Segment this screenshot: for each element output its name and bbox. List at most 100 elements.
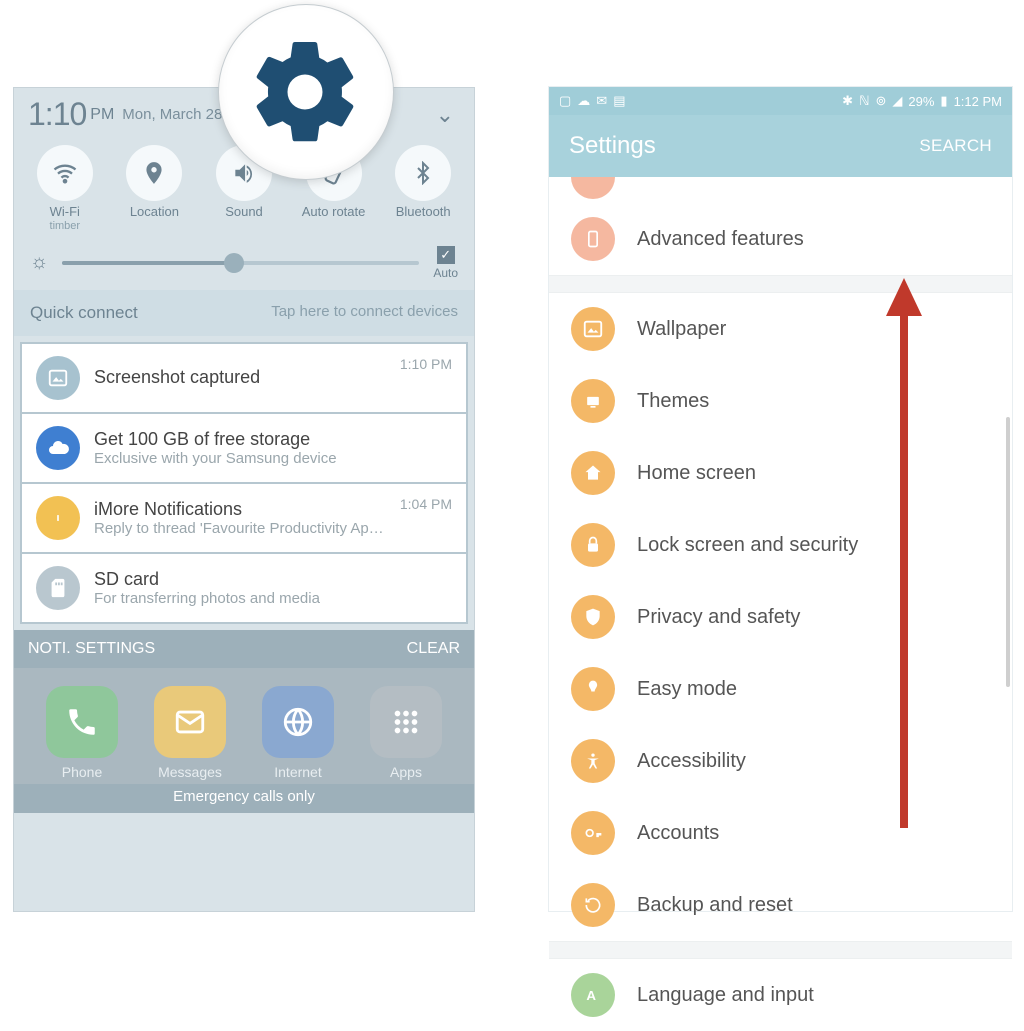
bt-icon [395, 145, 451, 201]
notification-time: 1:04 PM [400, 496, 452, 512]
notification-title: iMore Notifications [94, 499, 386, 520]
privacy-icon [571, 595, 615, 639]
settings-item-label: Accounts [637, 822, 719, 845]
qs-label: Wi-Fi [24, 205, 106, 220]
wifi-icon: ⊚ [875, 93, 886, 109]
notification-subtext: Exclusive with your Samsung device [94, 450, 452, 467]
settings-gear-callout[interactable] [218, 4, 394, 180]
key-icon [571, 811, 615, 855]
notification-list: Screenshot captured 1:10 PM Get 100 GB o… [14, 336, 474, 630]
qs-label: Location [113, 205, 195, 220]
qs-toggle-wi-fi[interactable]: Wi-Fi timber [24, 145, 106, 232]
section-divider [549, 941, 1012, 959]
image-icon [36, 356, 80, 400]
gear-icon [246, 32, 366, 152]
dock-app-apps[interactable]: Apps [370, 686, 442, 780]
brightness-auto-label: Auto [433, 266, 458, 280]
dock-app-label: Messages [154, 764, 226, 780]
dock-app-label: Apps [370, 764, 442, 780]
settings-item-accessibility[interactable]: Accessibility [549, 725, 1012, 797]
notification-title: Screenshot captured [94, 367, 386, 388]
phone-icon [46, 686, 118, 758]
lock-icon [571, 523, 615, 567]
nfc-icon: ℕ [859, 93, 869, 109]
app-bar: Settings SEARCH [549, 115, 1012, 177]
status-icon: ▤ [613, 93, 625, 109]
backup-icon [571, 883, 615, 927]
qs-label: Sound [203, 205, 285, 220]
signal-icon: ◢ [892, 93, 902, 109]
settings-item-wallpaper[interactable]: Wallpaper [549, 293, 1012, 365]
home-icon [571, 451, 615, 495]
notification-item[interactable]: Get 100 GB of free storage Exclusive wit… [20, 412, 468, 482]
quick-connect-bar[interactable]: Quick connect Tap here to connect device… [14, 290, 474, 336]
settings-item-language-and-input[interactable]: A Language and input [549, 959, 1012, 1031]
clock-time: 1:10 [28, 96, 86, 133]
qs-label: Bluetooth [382, 205, 464, 220]
qs-label: Auto rotate [293, 205, 375, 220]
clock-ampm: PM [90, 106, 114, 124]
brightness-auto-toggle[interactable]: ✓ Auto [433, 246, 458, 280]
settings-item-home-screen[interactable]: Home screen [549, 437, 1012, 509]
home-dock: Phone Messages Internet Apps [14, 668, 474, 784]
dock-app-phone[interactable]: Phone [46, 686, 118, 780]
mail-icon [154, 686, 226, 758]
notification-panel: 1:10 PM Mon, March 28 ⌄ Wi-Fi timber Loc… [13, 87, 475, 912]
a11y-icon [571, 739, 615, 783]
settings-item-label: Home screen [637, 462, 756, 485]
notification-item[interactable]: SD card For transferring photos and medi… [20, 552, 468, 624]
status-time: 1:12 PM [954, 94, 1002, 109]
partial-item-top[interactable] [549, 177, 1012, 203]
notification-title: SD card [94, 569, 452, 590]
qs-toggle-location[interactable]: Location [113, 145, 195, 232]
settings-item-label: Lock screen and security [637, 534, 858, 557]
dock-app-messages[interactable]: Messages [154, 686, 226, 780]
notification-item[interactable]: Screenshot captured 1:10 PM [20, 342, 468, 412]
notification-title: Get 100 GB of free storage [94, 429, 452, 450]
panel-footer: NOTI. SETTINGS CLEAR [14, 630, 474, 668]
settings-item-label: Themes [637, 390, 709, 413]
status-icon: ▢ [559, 93, 571, 109]
easy-icon [571, 667, 615, 711]
settings-item-accounts[interactable]: Accounts [549, 797, 1012, 869]
wifi-icon [37, 145, 93, 201]
sd-icon [36, 566, 80, 610]
phone-rect-icon [571, 217, 615, 261]
grid-icon [370, 686, 442, 758]
search-button[interactable]: SEARCH [919, 136, 992, 156]
dock-app-label: Internet [262, 764, 334, 780]
qs-toggle-bluetooth[interactable]: Bluetooth [382, 145, 464, 232]
cloud-icon [36, 426, 80, 470]
settings-item-lock-screen-and-security[interactable]: Lock screen and security [549, 509, 1012, 581]
globe-icon [262, 686, 334, 758]
clear-button[interactable]: CLEAR [407, 640, 460, 658]
noti-settings-button[interactable]: NOTI. SETTINGS [28, 640, 155, 658]
settings-list: Advanced features Wallpaper Themes Home … [549, 203, 1012, 1031]
settings-item-label: Accessibility [637, 750, 746, 773]
lang-icon: A [571, 973, 615, 1017]
svg-text:A: A [586, 988, 596, 1003]
settings-item-label: Wallpaper [637, 318, 726, 341]
image-icon [571, 307, 615, 351]
notification-subtext: Reply to thread 'Favourite Productivity … [94, 520, 386, 537]
battery-text: 29% [908, 94, 934, 109]
notification-item[interactable]: iMore Notifications Reply to thread 'Fav… [20, 482, 468, 552]
scroll-indicator [1006, 417, 1010, 687]
expand-chevron-icon[interactable]: ⌄ [436, 102, 454, 128]
status-bar: ▢ ☁ ✉ ▤ ✱ ℕ ⊚ ◢ 29% ▮ 1:12 PM [549, 87, 1012, 115]
settings-item-easy-mode[interactable]: Easy mode [549, 653, 1012, 725]
themes-icon [571, 379, 615, 423]
dock-app-internet[interactable]: Internet [262, 686, 334, 780]
pin-icon [126, 145, 182, 201]
dot-icon [36, 496, 80, 540]
notification-time: 1:10 PM [400, 356, 452, 372]
settings-item-advanced-features[interactable]: Advanced features [549, 203, 1012, 275]
brightness-slider[interactable] [62, 261, 419, 265]
settings-item-backup-and-reset[interactable]: Backup and reset [549, 869, 1012, 941]
settings-item-themes[interactable]: Themes [549, 365, 1012, 437]
section-divider [549, 275, 1012, 293]
settings-item-privacy-and-safety[interactable]: Privacy and safety [549, 581, 1012, 653]
settings-item-label: Advanced features [637, 228, 804, 251]
brightness-row: ☼ ✓ Auto [14, 232, 474, 290]
settings-item-label: Privacy and safety [637, 606, 800, 629]
